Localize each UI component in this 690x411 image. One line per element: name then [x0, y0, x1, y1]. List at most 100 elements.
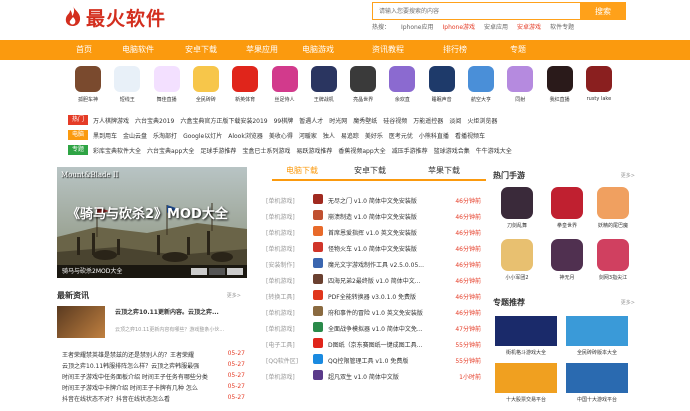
tag-link[interactable]: 牛牛游戏大全 — [476, 148, 512, 155]
download-item[interactable]: [单机游戏] 全面战争模拟器 v1.0 简体中文免... 47分钟前 — [266, 321, 481, 337]
tag-link[interactable]: 篮球游戏合集 — [434, 148, 470, 155]
download-name[interactable]: PDF全能转换器 v3.0.1.0 免费版 — [328, 292, 440, 301]
nav-item[interactable]: 苹果应用 — [232, 40, 292, 60]
app-icon[interactable] — [350, 66, 377, 92]
tag-link[interactable]: 六台宝典2019 — [135, 118, 174, 125]
tag-link[interactable]: 看播视频车 — [455, 133, 485, 140]
app-icon[interactable] — [546, 66, 573, 92]
hot-search-link[interactable]: 软件专题 — [550, 24, 574, 31]
hot-game-item[interactable]: 刀剑乱舞 — [497, 187, 537, 229]
hot-search-link[interactable]: Iphone应用 — [401, 24, 434, 31]
download-item[interactable]: [单机游戏] 无尽之门 v1.0 简体中文免安装版 46分钟前 — [266, 193, 481, 209]
app-icon[interactable] — [468, 66, 494, 92]
download-name[interactable]: 无尽之门 v1.0 简体中文免安装版 — [328, 196, 440, 205]
hot-game-label[interactable]: 剑网3指尖江 — [593, 274, 633, 281]
tag-link[interactable]: 独人 — [323, 133, 335, 140]
topic-item[interactable]: 十大股票交易平台 — [495, 363, 557, 403]
app-item[interactable]: 我红直播 — [540, 66, 580, 103]
news-item-title[interactable]: 抖音在线状态不对？抖音在线状态怎么看 — [62, 396, 170, 403]
app-item[interactable]: 新英体育 — [225, 66, 265, 103]
download-item[interactable]: [单机游戏] 首席恩爱指挥 v1.0 英文免安装版 46分钟前 — [266, 225, 481, 241]
tag-link[interactable]: 万人棋牌游戏 — [93, 118, 129, 125]
app-icon[interactable] — [75, 66, 101, 92]
download-category[interactable]: [单机游戏] — [266, 228, 295, 237]
hot-game-icon[interactable] — [597, 187, 629, 219]
hot-game-item[interactable]: 剑网3指尖江 — [593, 239, 633, 281]
news-item[interactable]: 时间王子游戏中任务面板介绍 时间王子任务有哪些分类 05-27 — [62, 372, 247, 383]
hot-search-link[interactable]: 安卓游戏 — [517, 24, 541, 31]
banner-dot-active[interactable] — [209, 268, 225, 275]
nav-item[interactable]: 安卓下载 — [171, 40, 231, 60]
nav-item[interactable]: 专题 — [488, 40, 548, 60]
tag-link[interactable]: 99棋牌 — [274, 118, 294, 125]
download-item[interactable]: [QQ软件区] QQ控限管理工具 v1.0 免费版 55分钟前 — [266, 353, 481, 369]
tag-link[interactable]: 金山云盘 — [123, 133, 147, 140]
tag-link[interactable]: 黑到用车 — [93, 133, 117, 140]
hot-game-item[interactable]: 神无月 — [547, 239, 587, 281]
topic-label[interactable]: 全民砖砖版本大全 — [566, 349, 628, 356]
download-tab[interactable]: 安卓下载 — [340, 165, 400, 179]
hot-game-label[interactable]: 拳皇世界 — [547, 222, 587, 229]
app-icon[interactable] — [192, 66, 219, 92]
tag-link[interactable]: 淡阅 — [449, 118, 461, 125]
download-name[interactable]: QQ控限管理工具 v1.0 免费版 — [328, 356, 440, 365]
hot-game-item[interactable]: 拳皇世界 — [547, 187, 587, 229]
tag-link[interactable]: 易跃游戏推荐 — [296, 148, 332, 155]
news-featured-thumbnail[interactable] — [57, 306, 105, 338]
tag-link[interactable]: 火炬浏览器 — [467, 118, 497, 125]
app-item[interactable]: rusty lake — [579, 66, 619, 102]
tag-link[interactable]: 足球手游推荐 — [200, 148, 236, 155]
news-more-link[interactable]: 更多> — [227, 292, 241, 299]
download-item[interactable]: [单机游戏] 怪物火车 v1.0 简体中文免安装版 46分钟前 — [266, 241, 481, 257]
news-featured[interactable]: 云顶之弈10.11更新内容。云顶之弈... 云顶之弈10.11更新内容有哪些？游… — [57, 306, 247, 342]
download-name[interactable]: 怪物火车 v1.0 简体中文免安装版 — [328, 244, 440, 253]
news-item[interactable]: 云顶之弈10.11韩服排阵怎么样？云顶之弈韩服最强 05-27 — [62, 361, 247, 372]
download-name[interactable]: 四海兄弟2最终版 v1.0 简体中文... — [328, 276, 440, 285]
news-item[interactable]: 时间王子游戏中卡牌介绍 时间王子卡牌有几种 怎么 05-27 — [62, 383, 247, 394]
download-category[interactable]: [单机游戏] — [266, 244, 295, 253]
download-category[interactable]: [单机游戏] — [266, 372, 295, 381]
topic-item[interactable]: 街机格斗游戏大全 — [495, 316, 557, 356]
tag-link[interactable]: 小熊科直播 — [419, 133, 449, 140]
news-featured-title[interactable]: 云顶之弈10.11更新内容。云顶之弈... — [115, 307, 219, 316]
download-category[interactable]: [电子工具] — [266, 340, 295, 349]
hot-game-label[interactable]: 刀剑乱舞 — [497, 222, 537, 229]
app-item[interactable]: 亮晶世界 — [343, 66, 383, 103]
nav-item[interactable]: 首页 — [54, 40, 114, 60]
nav-item[interactable]: 电脑软件 — [108, 40, 168, 60]
topic-thumbnail[interactable] — [495, 316, 557, 346]
tag-link[interactable]: 彩库宝典软件大全 — [93, 148, 141, 155]
tag-link[interactable]: 美收心得 — [269, 133, 293, 140]
tag-link[interactable]: Alook浏览器 — [228, 133, 263, 140]
download-name[interactable]: 崩溃制造 v1.0 简体中文免安装版 — [328, 212, 440, 221]
hot-search-link[interactable]: Iphone游戏 — [442, 24, 475, 31]
hot-game-icon[interactable] — [551, 187, 583, 219]
download-name[interactable]: 全面战争模拟器 v1.0 简体中文免... — [328, 324, 440, 333]
topic-item[interactable]: 中国十大游戏平台 — [566, 363, 628, 403]
download-item[interactable]: [单机游戏] 四海兄弟2最终版 v1.0 简体中文... 46分钟前 — [266, 273, 481, 289]
search-input[interactable] — [373, 3, 583, 19]
topic-item[interactable]: 全民砖砖版本大全 — [566, 316, 628, 356]
app-icon[interactable] — [389, 66, 416, 92]
tag-link[interactable]: 时光网 — [329, 118, 347, 125]
news-item[interactable]: 抖音在线状态不对？抖音在线状态怎么看 05-27 — [62, 394, 247, 405]
tag-link[interactable]: 河暖家 — [299, 133, 317, 140]
featured-banner[interactable]: Mount&Blade II 《骑马与砍杀2》MOD大全 骑马与砍杀2MOD大全 — [57, 167, 247, 278]
app-item[interactable]: 王牌战机 — [304, 66, 344, 103]
topic-thumbnail[interactable] — [566, 363, 628, 393]
nav-item[interactable]: 电脑游戏 — [288, 40, 348, 60]
hot-game-icon[interactable] — [597, 239, 629, 271]
download-category[interactable]: [单机游戏] — [266, 212, 295, 221]
topic-thumbnail[interactable] — [566, 316, 628, 346]
hot-games-more-link[interactable]: 更多> — [621, 172, 635, 179]
hot-game-icon[interactable] — [551, 239, 583, 271]
app-icon[interactable] — [428, 66, 455, 92]
topic-label[interactable]: 中国十大游戏平台 — [566, 396, 628, 403]
tag-link[interactable]: 易追踪 — [341, 133, 359, 140]
download-item[interactable]: [单机游戏] 超凡双生 v1.0 简体中文版 1小时前 — [266, 369, 481, 385]
app-item[interactable]: 孤胆车神 — [68, 66, 108, 103]
download-name[interactable]: 超凡双生 v1.0 简体中文版 — [328, 372, 440, 381]
tag-link[interactable]: 乐淘部打 — [153, 133, 177, 140]
download-item[interactable]: [单机游戏] 崩溃制造 v1.0 简体中文免安装版 46分钟前 — [266, 209, 481, 225]
app-icon[interactable] — [114, 66, 141, 92]
